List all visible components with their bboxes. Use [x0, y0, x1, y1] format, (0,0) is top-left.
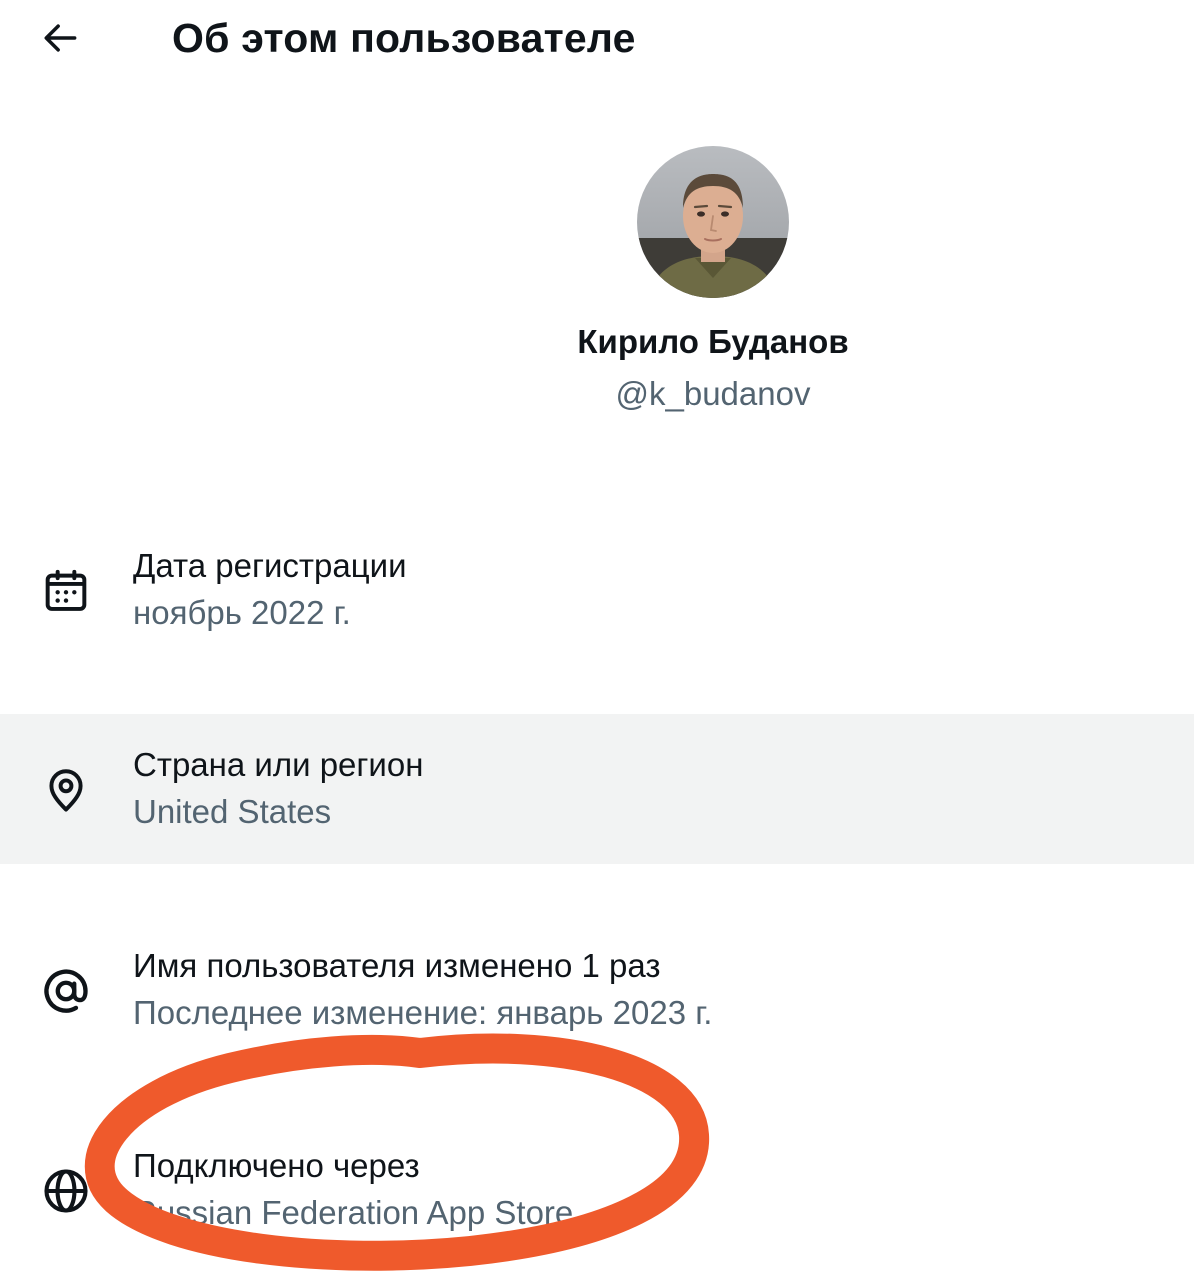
username-changes-label: Имя пользователя изменено 1 раз	[133, 947, 661, 984]
detail-row-country: Страна или регион United States	[0, 714, 1194, 864]
detail-row-connected-via: Подключено через Russian Federation App …	[0, 1118, 1194, 1268]
location-pin-icon	[38, 762, 94, 818]
connected-via-value: Russian Federation App Store	[133, 1194, 574, 1231]
registration-label: Дата регистрации	[133, 547, 407, 584]
connected-via-label: Подключено через	[133, 1147, 420, 1184]
profile-photo	[637, 146, 789, 298]
display-name: Кирило Буданов	[577, 323, 849, 360]
username-handle: @k_budanov	[615, 375, 811, 412]
arrow-left-icon	[44, 24, 77, 52]
globe-icon	[38, 1163, 94, 1219]
detail-row-registration: Дата регистрации ноябрь 2022 г.	[0, 516, 1194, 666]
username-changes-value: Последнее изменение: январь 2023 г.	[133, 994, 713, 1031]
page-title: Об этом пользователе	[172, 15, 636, 61]
country-label: Страна или регион	[133, 746, 424, 783]
detail-row-username-changes: Имя пользователя изменено 1 раз Последне…	[0, 918, 1194, 1068]
registration-value: ноябрь 2022 г.	[133, 594, 351, 631]
avatar[interactable]	[637, 146, 789, 298]
calendar-icon	[38, 563, 94, 619]
top-bar: Об этом пользователе	[0, 0, 1194, 80]
at-sign-icon	[38, 963, 94, 1019]
back-button[interactable]	[30, 10, 90, 66]
country-value: United States	[133, 793, 332, 830]
